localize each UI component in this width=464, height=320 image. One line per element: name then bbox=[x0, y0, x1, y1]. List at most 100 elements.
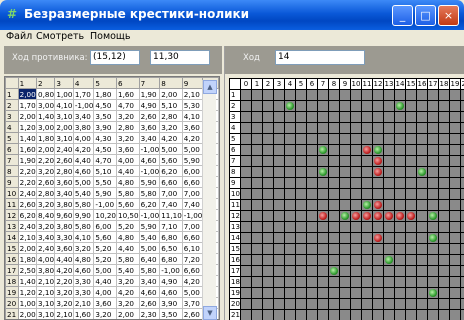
row-header[interactable]: 4 bbox=[5, 121, 19, 133]
table-cell[interactable]: 1,70 bbox=[72, 88, 95, 100]
board-cell[interactable] bbox=[428, 244, 438, 254]
weights-table-container[interactable]: 1234567891012,000,801,001,701,801,601,90… bbox=[4, 76, 220, 320]
board-cell[interactable] bbox=[329, 90, 339, 100]
board-cell[interactable] bbox=[362, 134, 372, 144]
board-cell[interactable] bbox=[274, 222, 284, 232]
board-cell[interactable] bbox=[417, 288, 427, 298]
board-cell[interactable] bbox=[417, 112, 427, 122]
board-cell[interactable] bbox=[285, 101, 295, 111]
table-cell[interactable]: 4,00 bbox=[93, 286, 117, 298]
board-cell[interactable] bbox=[384, 167, 394, 177]
table-cell[interactable]: 4,40 bbox=[116, 242, 140, 254]
board-cell[interactable] bbox=[307, 178, 317, 188]
table-cell[interactable]: 3,70 bbox=[181, 297, 204, 309]
board-cell[interactable] bbox=[362, 167, 372, 177]
table-cell[interactable]: 2,20 bbox=[36, 154, 56, 166]
table-cell[interactable]: 5,90 bbox=[93, 187, 117, 199]
board-cell[interactable] bbox=[318, 167, 328, 177]
opponent-move-field[interactable]: (15,12) bbox=[90, 50, 140, 65]
board-cell[interactable] bbox=[252, 200, 262, 210]
board-cell[interactable] bbox=[263, 156, 273, 166]
board-cell[interactable] bbox=[263, 233, 273, 243]
table-cell[interactable]: 2,50 bbox=[17, 264, 38, 276]
board-cell[interactable] bbox=[395, 167, 405, 177]
board-cell[interactable] bbox=[439, 211, 449, 221]
table-cell[interactable]: -1,00 bbox=[72, 99, 95, 111]
table-cell[interactable]: 10,20 bbox=[93, 209, 117, 221]
board-cell[interactable] bbox=[340, 200, 350, 210]
board-cell[interactable] bbox=[329, 222, 339, 232]
board-cell[interactable] bbox=[274, 255, 284, 265]
board-cell[interactable] bbox=[296, 266, 306, 276]
board-cell[interactable] bbox=[428, 156, 438, 166]
board-cell[interactable] bbox=[395, 244, 405, 254]
table-cell[interactable]: 4,10 bbox=[72, 231, 95, 243]
table-cell[interactable]: 1,40 bbox=[17, 275, 38, 287]
board-cell[interactable] bbox=[329, 123, 339, 133]
row-header[interactable]: 10 bbox=[5, 187, 19, 199]
board-cell[interactable] bbox=[329, 101, 339, 111]
board-cell[interactable] bbox=[362, 244, 372, 254]
table-cell[interactable]: 1,80 bbox=[17, 253, 38, 265]
row-header[interactable]: 5 bbox=[5, 132, 19, 144]
row-header[interactable]: 20 bbox=[5, 297, 19, 309]
board-cell[interactable] bbox=[274, 134, 284, 144]
board-cell[interactable] bbox=[439, 189, 449, 199]
board-cell[interactable] bbox=[296, 156, 306, 166]
board-cell[interactable] bbox=[252, 288, 262, 298]
board-cell[interactable] bbox=[241, 266, 251, 276]
board-cell[interactable] bbox=[384, 200, 394, 210]
board-cell[interactable] bbox=[263, 123, 273, 133]
board-cell[interactable] bbox=[362, 200, 372, 210]
board-cell[interactable] bbox=[406, 145, 416, 155]
board-cell[interactable] bbox=[439, 112, 449, 122]
board-cell[interactable] bbox=[395, 156, 405, 166]
row-header[interactable]: 8 bbox=[5, 165, 19, 177]
board-cell[interactable] bbox=[351, 156, 361, 166]
board-cell[interactable] bbox=[351, 277, 361, 287]
board-cell[interactable] bbox=[450, 178, 460, 188]
board-cell[interactable] bbox=[362, 178, 372, 188]
board-cell[interactable] bbox=[439, 90, 449, 100]
table-cell[interactable]: 6,50 bbox=[159, 242, 183, 254]
board-cell[interactable] bbox=[307, 101, 317, 111]
board-cell[interactable] bbox=[362, 112, 372, 122]
board-cell[interactable] bbox=[373, 211, 383, 221]
board-cell[interactable] bbox=[384, 134, 394, 144]
board-cell[interactable] bbox=[373, 134, 383, 144]
table-cell[interactable]: 3,80 bbox=[54, 220, 74, 232]
board-cell[interactable] bbox=[274, 101, 284, 111]
table-cell[interactable]: 9,60 bbox=[54, 209, 74, 221]
board-cell[interactable] bbox=[439, 145, 449, 155]
board-cell[interactable] bbox=[296, 101, 306, 111]
table-cell[interactable]: 2,60 bbox=[181, 308, 204, 319]
board-cell[interactable] bbox=[340, 266, 350, 276]
board-cell[interactable] bbox=[340, 244, 350, 254]
board-cell[interactable] bbox=[428, 277, 438, 287]
board-cell[interactable] bbox=[329, 266, 339, 276]
board-cell[interactable] bbox=[428, 288, 438, 298]
board-cell[interactable] bbox=[340, 299, 350, 309]
table-cell[interactable]: 5,80 bbox=[138, 187, 161, 199]
board-cell[interactable] bbox=[428, 255, 438, 265]
board-cell[interactable] bbox=[296, 255, 306, 265]
table-cell[interactable]: 3,60 bbox=[54, 176, 74, 188]
table-cell[interactable]: 4,00 bbox=[116, 154, 140, 166]
board-cell[interactable] bbox=[395, 101, 405, 111]
row-header[interactable]: 21 bbox=[5, 308, 19, 319]
board-cell[interactable] bbox=[362, 123, 372, 133]
table-cell[interactable]: 3,10 bbox=[54, 132, 74, 144]
table-cell[interactable]: 2,00 bbox=[116, 308, 140, 319]
table-cell[interactable]: 4,10 bbox=[181, 110, 204, 122]
board-cell[interactable] bbox=[252, 134, 262, 144]
table-cell[interactable]: 10,50 bbox=[116, 209, 140, 221]
board-cell[interactable] bbox=[329, 211, 339, 221]
board-cell[interactable] bbox=[395, 145, 405, 155]
table-cell[interactable]: 4,20 bbox=[116, 286, 140, 298]
table-cell[interactable]: 4,60 bbox=[72, 264, 95, 276]
table-cell[interactable]: 3,80 bbox=[36, 264, 56, 276]
board-cell[interactable] bbox=[241, 288, 251, 298]
board-cell[interactable] bbox=[406, 266, 416, 276]
board-cell[interactable] bbox=[428, 90, 438, 100]
row-header[interactable]: 17 bbox=[5, 264, 19, 276]
